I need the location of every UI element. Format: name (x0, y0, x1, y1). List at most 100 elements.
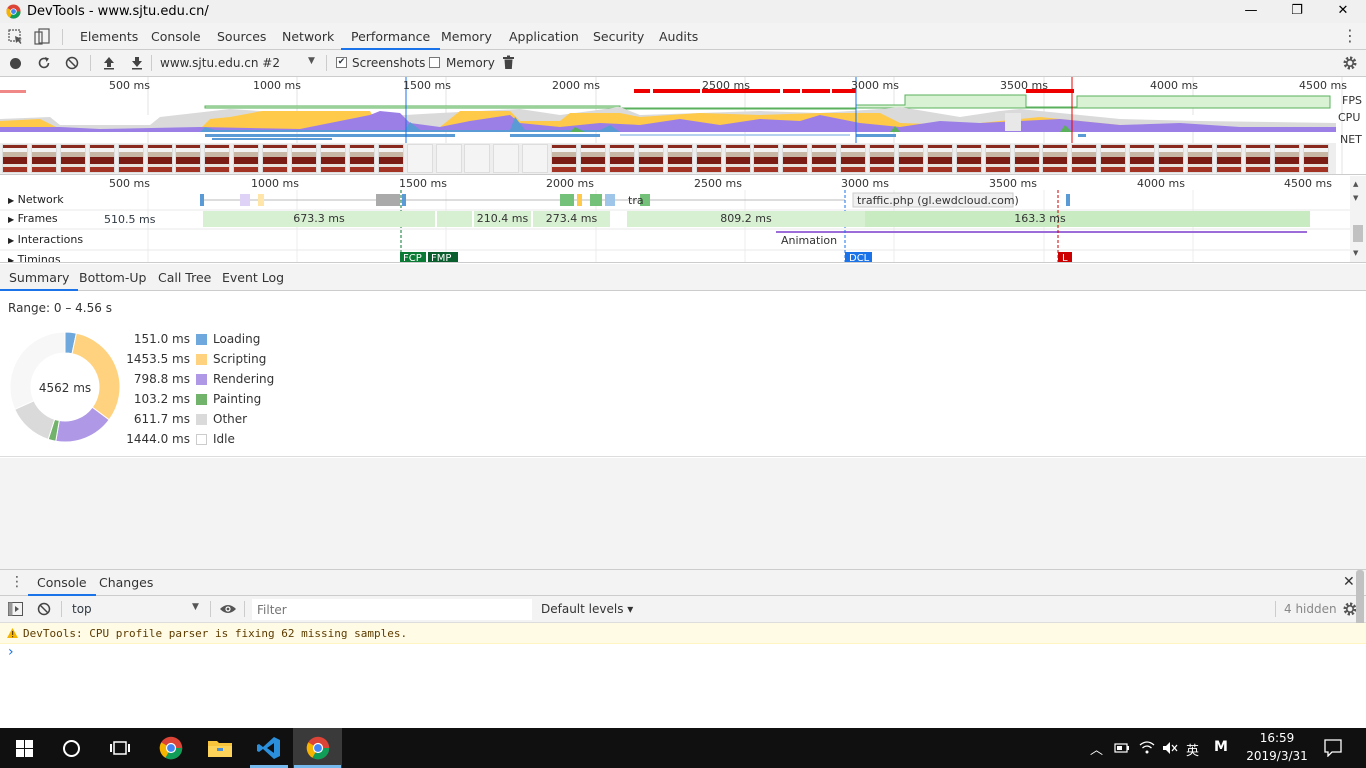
track-interactions[interactable]: ▶ Interactions (8, 233, 83, 246)
chrome-taskbar-icon[interactable] (159, 736, 183, 760)
drawer-scrollbar-thumb[interactable] (1356, 570, 1364, 630)
console-filter-input[interactable] (252, 599, 532, 620)
memory-checkbox[interactable] (429, 57, 440, 68)
tab-summary[interactable]: Summary (0, 264, 79, 291)
track-timings[interactable]: ▶ Timings (8, 253, 61, 262)
drawer-menu-icon[interactable]: ⋮ (10, 574, 24, 590)
screenshot-thumbnail (1186, 144, 1213, 173)
clear-console-icon[interactable] (37, 602, 51, 616)
network-request-label[interactable]: tra (628, 194, 644, 207)
fmp-marker[interactable]: FMP (431, 253, 451, 262)
action-center-icon[interactable] (1324, 739, 1342, 757)
screenshot-thumbnail (1013, 144, 1040, 173)
scroll-up-icon[interactable]: ▲ (1353, 180, 1358, 188)
reload-record-icon[interactable] (37, 56, 51, 70)
tab-security[interactable]: Security (593, 23, 644, 50)
load-profile-icon[interactable] (102, 55, 116, 70)
minimize-button[interactable]: — (1228, 0, 1274, 23)
track-frames[interactable]: ▶ Frames (8, 212, 58, 225)
scroll-down-icon[interactable]: ▼ (1353, 194, 1358, 202)
tab-application[interactable]: Application (509, 23, 579, 50)
frame-bar[interactable]: 210.4 ms (474, 211, 531, 227)
close-window-button[interactable]: ✕ (1320, 0, 1366, 23)
screenshot-thumbnail (30, 144, 57, 173)
screenshot-thumbnail (1042, 144, 1069, 173)
timeline-overview[interactable]: 500 ms 1000 ms 1500 ms 2000 ms 2500 ms 3… (0, 77, 1366, 175)
profile-select[interactable]: www.sjtu.edu.cn #2 ▼ (158, 50, 320, 77)
scroll-thumb[interactable] (1353, 225, 1363, 242)
chevron-down-icon: ▼ (308, 56, 315, 66)
drawer-tabbar: ⋮ Console Changes ✕ (0, 569, 1366, 596)
default-levels-select[interactable]: Default levels ▾ (541, 602, 633, 616)
screenshot-thumbnail (262, 144, 289, 173)
tab-console[interactable]: Console (151, 23, 201, 50)
frame-bar[interactable]: 809.2 ms (627, 211, 865, 227)
fcp-marker[interactable]: FCP (403, 253, 422, 262)
frame-bar[interactable]: 673.3 ms (203, 211, 435, 227)
save-profile-icon[interactable] (130, 55, 144, 70)
tab-network[interactable]: Network (282, 23, 334, 50)
console-sidebar-icon[interactable] (8, 602, 23, 616)
tab-call-tree[interactable]: Call Tree (158, 264, 211, 291)
timeline-tracks[interactable]: 500 ms 1000 ms 1500 ms 2000 ms 2500 ms 3… (0, 176, 1366, 263)
frame-bar[interactable]: 273.4 ms (533, 211, 610, 227)
settings-gear-icon[interactable] (1342, 55, 1358, 71)
ime-indicator[interactable]: 英 (1186, 740, 1199, 759)
vscode-icon[interactable] (257, 736, 281, 760)
tab-audits[interactable]: Audits (659, 23, 698, 50)
scroll-down-icon[interactable]: ▼ (1353, 249, 1358, 257)
clock-time[interactable]: 16:59 (1244, 731, 1310, 745)
eye-icon[interactable] (219, 603, 237, 615)
summary-value: 103.2 ms (133, 392, 190, 406)
windows-start-icon[interactable] (16, 740, 33, 757)
tab-sources[interactable]: Sources (217, 23, 266, 50)
volume-muted-icon[interactable] (1162, 741, 1178, 755)
console-prompt-area[interactable]: › (0, 644, 1366, 728)
screenshot-thumbnail (897, 144, 924, 173)
load-marker[interactable]: L (1062, 253, 1068, 262)
context-select[interactable]: top ▼ (66, 596, 206, 623)
screenshots-checkbox[interactable]: ✔ (336, 57, 347, 68)
checkmark-icon: ✔ (337, 57, 346, 67)
devtools-tabbar: Elements Console Sources Network Perform… (0, 23, 1366, 50)
tab-memory[interactable]: Memory (441, 23, 492, 50)
tab-drawer-console[interactable]: Console (28, 570, 96, 596)
wifi-icon[interactable] (1139, 740, 1155, 755)
chrome-devtools-taskbar-icon[interactable] (306, 736, 330, 760)
frame-duration: 273.4 ms (545, 212, 598, 225)
context-select-value: top (72, 602, 92, 616)
screenshot-thumbnail (233, 144, 260, 173)
task-view-icon[interactable] (110, 739, 130, 757)
clock-date[interactable]: 2019/3/31 (1244, 749, 1310, 763)
tab-drawer-changes[interactable]: Changes (99, 570, 153, 596)
file-explorer-icon[interactable] (208, 738, 232, 758)
frame-bar[interactable] (437, 211, 472, 227)
toolbar-divider (326, 55, 327, 71)
trash-icon[interactable] (502, 55, 515, 70)
close-drawer-icon[interactable]: ✕ (1343, 574, 1355, 590)
ime-mode-indicator[interactable]: M (1214, 739, 1228, 755)
track-tick: 2500 ms (694, 177, 742, 190)
frame-bar[interactable]: 163.3 ms (1000, 211, 1080, 227)
record-icon[interactable] (10, 58, 21, 69)
more-options-icon[interactable]: ⋮ (1340, 27, 1360, 47)
animation-label[interactable]: Animation (781, 234, 837, 247)
tab-elements[interactable]: Elements (80, 23, 138, 50)
overview-tick: 500 ms (109, 79, 150, 92)
restore-button[interactable]: ❐ (1274, 0, 1320, 23)
tab-performance[interactable]: Performance (341, 23, 441, 50)
dcl-marker[interactable]: DCL (849, 253, 869, 262)
screenshot-thumbnail (435, 144, 462, 173)
inspect-element-icon[interactable] (8, 29, 24, 45)
battery-icon[interactable] (1114, 742, 1130, 754)
tray-chevron-up-icon[interactable]: ︿ (1090, 739, 1103, 758)
summary-legend: 151.0 ms Loading 1453.5 ms Scripting 798.8 m… (0, 329, 300, 459)
network-request-label[interactable]: traffic.php (gl.ewdcloud.com) (857, 194, 1019, 207)
track-network[interactable]: ▶ Network (8, 193, 64, 206)
tab-event-log[interactable]: Event Log (222, 264, 284, 291)
clear-icon[interactable] (65, 56, 79, 70)
tracks-scrollbar[interactable]: ▲ ▼ ▼ (1350, 176, 1366, 262)
tab-bottom-up[interactable]: Bottom-Up (79, 264, 146, 291)
search-icon[interactable] (63, 740, 80, 757)
device-toolbar-icon[interactable] (34, 28, 50, 45)
